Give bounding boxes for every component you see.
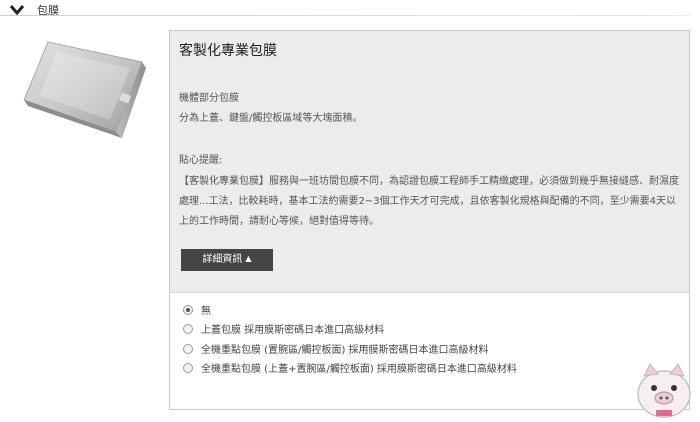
option-palmrest-film[interactable]: 全機重點包膜 (置腕區/觸控板面) 採用膜斯密碼日本進口高級材料	[183, 343, 489, 359]
product-panel: 客製化專業包膜 機體部分包膜 分為上蓋、鍵盤/觸控板區域等大塊面積。 貼心提醒:…	[169, 30, 690, 410]
option-none[interactable]: 無	[183, 304, 211, 320]
option-label: 上蓋包膜 採用膜斯密碼日本進口高級材料	[201, 325, 385, 336]
caret-up-icon: ▲	[245, 254, 252, 263]
pig-mascot-icon	[637, 363, 691, 418]
description-line-1: 機體部分包膜	[179, 93, 239, 104]
option-label: 全機重點包膜 (上蓋+置腕區/觸控板面) 採用膜斯密碼日本進口高級材料	[201, 364, 517, 375]
radio-icon[interactable]	[183, 363, 193, 373]
radio-icon[interactable]	[183, 305, 193, 315]
option-label: 全機重點包膜 (置腕區/觸控板面) 採用膜斯密碼日本進口高級材料	[201, 345, 489, 356]
radio-icon[interactable]	[183, 324, 193, 334]
tip-text: 【客製化專業包膜】服務與一班坊間包膜不同，為認證包膜工程師手工精緻處理，必須做到…	[179, 176, 679, 227]
header-divider	[0, 15, 690, 16]
more-info-button[interactable]: 詳細資訊 ▲	[181, 249, 273, 271]
tip-label: 貼心提醒:	[179, 155, 223, 166]
option-label: 無	[201, 306, 211, 317]
section-header[interactable]: 包膜	[0, 0, 700, 22]
radio-icon[interactable]	[183, 344, 193, 354]
product-info: 客製化專業包膜 機體部分包膜 分為上蓋、鍵盤/觸控板區域等大塊面積。 貼心提醒:…	[170, 31, 689, 293]
description-line-2: 分為上蓋、鍵盤/觸控板區域等大塊面積。	[179, 113, 363, 124]
option-lid-film[interactable]: 上蓋包膜 採用膜斯密碼日本進口高級材料	[183, 323, 384, 339]
product-title: 客製化專業包膜	[179, 43, 277, 59]
option-lid-palmrest-film[interactable]: 全機重點包膜 (上蓋+置腕區/觸控板面) 採用膜斯密碼日本進口高級材料	[183, 362, 517, 378]
laptop-film-image	[23, 41, 146, 138]
more-info-label: 詳細資訊	[202, 254, 243, 265]
